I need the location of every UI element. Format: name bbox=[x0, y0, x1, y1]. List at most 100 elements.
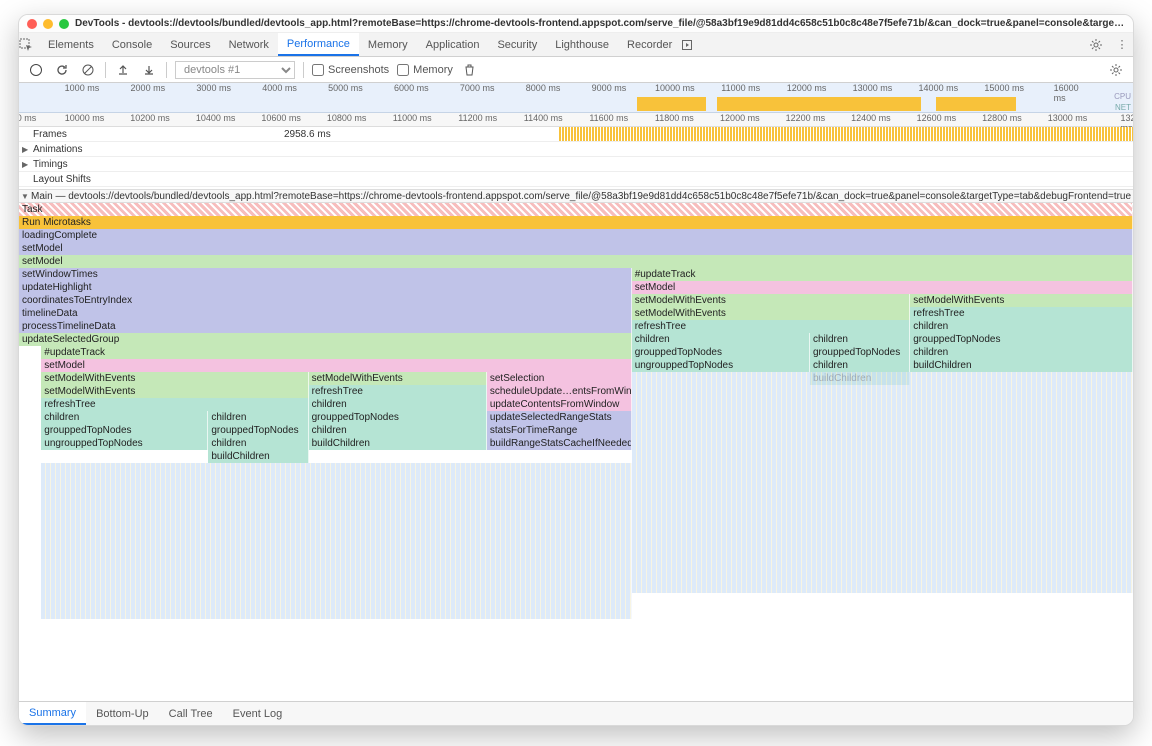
flame-chart[interactable]: TaskRun MicrotasksloadingCompletesetMode… bbox=[19, 203, 1133, 701]
layoutshifts-track[interactable]: Layout Shifts bbox=[19, 172, 1133, 187]
flame-deep[interactable] bbox=[41, 554, 631, 567]
flame-bar[interactable]: refreshTree bbox=[41, 398, 308, 411]
time-ruler[interactable]: 9800 ms10000 ms10200 ms10400 ms10600 ms1… bbox=[19, 113, 1133, 127]
screenshots-toggle[interactable]: Screenshots bbox=[312, 64, 389, 76]
flame-bar[interactable]: children bbox=[208, 411, 308, 424]
flame-bar[interactable]: grouppedTopNodes bbox=[910, 333, 1133, 346]
flame-task[interactable]: Task bbox=[19, 203, 1133, 216]
overview-timeline[interactable]: 1000 ms2000 ms3000 ms4000 ms5000 ms6000 … bbox=[19, 83, 1133, 113]
flame-bar[interactable]: setSelection bbox=[487, 372, 632, 385]
flame-deep[interactable] bbox=[632, 463, 1133, 476]
flame-bar[interactable]: refreshTree bbox=[309, 385, 487, 398]
record-button[interactable] bbox=[27, 61, 45, 79]
flame-bar[interactable]: grouppedTopNodes bbox=[309, 411, 487, 424]
tab-security[interactable]: Security bbox=[488, 33, 546, 56]
flame-bar[interactable]: timelineData bbox=[19, 307, 632, 320]
btab-summary[interactable]: Summary bbox=[19, 702, 86, 725]
flame-deep[interactable] bbox=[632, 437, 1133, 450]
timings-track[interactable]: ▶Timings bbox=[19, 157, 1133, 172]
tab-application[interactable]: Application bbox=[417, 33, 489, 56]
flame-deep[interactable] bbox=[632, 541, 1133, 554]
flame-bar[interactable]: processTimelineData bbox=[19, 320, 632, 333]
flame-bar[interactable]: setModelWithEvents bbox=[41, 385, 308, 398]
tab-network[interactable]: Network bbox=[220, 33, 278, 56]
flame-deep[interactable] bbox=[632, 502, 1133, 515]
flame-bar[interactable]: buildChildren bbox=[309, 437, 487, 450]
flame-bar[interactable]: updateSelectedRangeStats bbox=[487, 411, 632, 424]
flame-bar[interactable]: coordinatesToEntryIndex bbox=[19, 294, 632, 307]
flame-deep[interactable] bbox=[632, 372, 1133, 385]
flame-deep[interactable] bbox=[632, 489, 1133, 502]
flame-deep[interactable] bbox=[41, 606, 631, 619]
flame-bar[interactable]: refreshTree bbox=[632, 320, 911, 333]
flame-deep[interactable] bbox=[41, 502, 631, 515]
flame-bar[interactable]: children bbox=[632, 333, 810, 346]
recorder-preview-icon[interactable] bbox=[681, 39, 701, 51]
flame-bar[interactable]: grouppedTopNodes bbox=[632, 346, 810, 359]
flame-deep[interactable] bbox=[41, 476, 631, 489]
flame-deep[interactable] bbox=[632, 476, 1133, 489]
tab-sources[interactable]: Sources bbox=[161, 33, 219, 56]
flame-deep[interactable] bbox=[41, 463, 631, 476]
flame-bar[interactable]: buildRangeStatsCacheIfNeeded bbox=[487, 437, 632, 450]
flame-bar[interactable]: children bbox=[309, 398, 487, 411]
flame-bar[interactable]: children bbox=[309, 424, 487, 437]
flame-microtasks[interactable]: Run Microtasks bbox=[19, 216, 1133, 229]
flame-deep[interactable] bbox=[632, 515, 1133, 528]
inspect-icon[interactable] bbox=[19, 38, 39, 52]
flame-deep[interactable] bbox=[41, 593, 631, 606]
gc-button[interactable] bbox=[461, 61, 479, 79]
flame-bar[interactable]: setModelWithEvents bbox=[632, 307, 911, 320]
session-select[interactable]: devtools #1 bbox=[175, 61, 295, 79]
tab-elements[interactable]: Elements bbox=[39, 33, 103, 56]
flame-deep[interactable] bbox=[41, 567, 631, 580]
btab-calltree[interactable]: Call Tree bbox=[159, 702, 223, 725]
flame-bar[interactable]: updateSelectedGroup bbox=[19, 333, 632, 346]
minimize-dot-icon[interactable] bbox=[43, 19, 53, 29]
flame-bar[interactable]: children bbox=[208, 437, 308, 450]
flame-deep[interactable] bbox=[632, 411, 1133, 424]
main-thread-header[interactable]: ▼ Main — devtools://devtools/bundled/dev… bbox=[19, 189, 1133, 203]
flame-deep[interactable] bbox=[632, 528, 1133, 541]
upload-button[interactable] bbox=[114, 61, 132, 79]
flame-bar[interactable]: setModel bbox=[19, 242, 1133, 255]
flame-deep[interactable] bbox=[632, 580, 1133, 593]
close-dot-icon[interactable] bbox=[27, 19, 37, 29]
tab-recorder[interactable]: Recorder bbox=[618, 33, 681, 56]
settings-icon[interactable] bbox=[1089, 38, 1111, 52]
tab-lighthouse[interactable]: Lighthouse bbox=[546, 33, 618, 56]
flame-deep[interactable] bbox=[632, 398, 1133, 411]
flame-bar[interactable]: setModelWithEvents bbox=[632, 294, 911, 307]
download-button[interactable] bbox=[140, 61, 158, 79]
flame-bar[interactable]: updateContentsFromWindow bbox=[487, 398, 632, 411]
flame-bar[interactable]: setModelWithEvents bbox=[309, 372, 487, 385]
flame-bar[interactable]: statsForTimeRange bbox=[487, 424, 632, 437]
zoom-dot-icon[interactable] bbox=[59, 19, 69, 29]
flame-bar[interactable]: children bbox=[810, 333, 910, 346]
flame-bar[interactable]: children bbox=[810, 359, 910, 372]
flame-deep[interactable] bbox=[632, 554, 1133, 567]
flame-bar[interactable]: buildChildren bbox=[208, 450, 308, 463]
animations-track[interactable]: ▶Animations bbox=[19, 142, 1133, 157]
flame-deep[interactable] bbox=[41, 541, 631, 554]
flame-bar[interactable]: grouppedTopNodes bbox=[41, 424, 208, 437]
flame-bar[interactable]: scheduleUpdate…entsFromWindow bbox=[487, 385, 632, 398]
flame-deep[interactable] bbox=[632, 385, 1133, 398]
flame-bar[interactable]: setWindowTimes bbox=[19, 268, 632, 281]
flame-bar[interactable]: grouppedTopNodes bbox=[810, 346, 910, 359]
flame-deep[interactable] bbox=[41, 515, 631, 528]
flame-bar[interactable]: refreshTree bbox=[910, 307, 1133, 320]
frames-track[interactable]: Frames 2958.6 ms bbox=[19, 127, 1133, 142]
flame-bar[interactable]: setModelWithEvents bbox=[41, 372, 308, 385]
flame-bar[interactable]: setModelWithEvents bbox=[910, 294, 1133, 307]
flame-bar[interactable]: ungrouppedTopNodes bbox=[632, 359, 810, 372]
flame-bar[interactable]: grouppedTopNodes bbox=[208, 424, 308, 437]
flame-deep[interactable] bbox=[632, 424, 1133, 437]
flame-deep[interactable] bbox=[41, 580, 631, 593]
flame-bar[interactable]: setModel bbox=[41, 359, 631, 372]
flame-bar[interactable]: updateHighlight bbox=[19, 281, 632, 294]
flame-deep[interactable] bbox=[632, 567, 1133, 580]
reload-record-button[interactable] bbox=[53, 61, 71, 79]
btab-bottomup[interactable]: Bottom-Up bbox=[86, 702, 159, 725]
perf-settings-icon[interactable] bbox=[1107, 61, 1125, 79]
